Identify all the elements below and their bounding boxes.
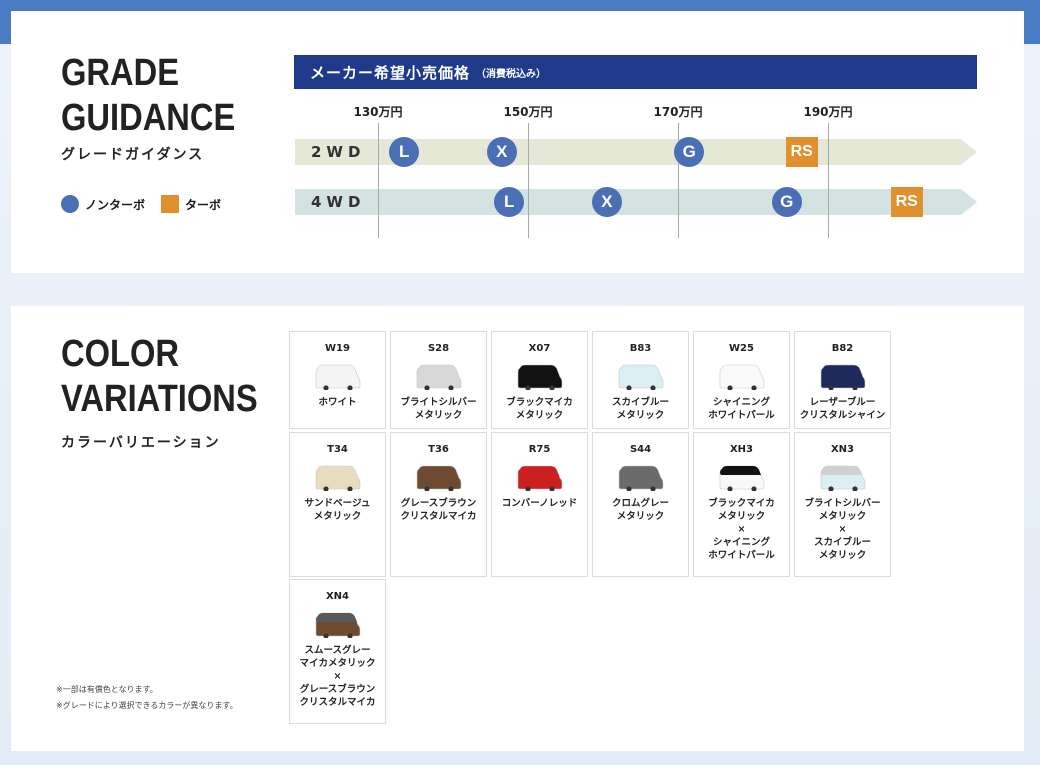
price-header-note: （消費税込み）	[476, 68, 547, 80]
color-name: スムースグレー マイカメタリック × グレースブラウン クリスタルマイカ	[299, 645, 376, 708]
color-code: T34	[327, 444, 348, 455]
grade-mark-g: G	[674, 137, 705, 167]
color-card-xn3: XN3 ブライトシルバー メタリック × スカイブルー メタリック	[794, 432, 891, 577]
car-icon	[618, 465, 663, 491]
color-card-xn4: XN4 スムースグレー マイカメタリック × グレースブラウン クリスタルマイカ	[289, 579, 386, 724]
price-header-label: メーカー希望小売価格	[310, 63, 471, 82]
color-code: R75	[528, 444, 551, 455]
car-icon	[315, 612, 360, 638]
color-card-xh3: XH3 ブラックマイカ メタリック × シャイニング ホワイトパール	[693, 432, 790, 577]
price-gridline	[528, 123, 529, 238]
grade-legend: ノンターボ ターボ	[61, 195, 221, 213]
color-card-r75: R75 コンバーノレッド	[491, 432, 588, 577]
color-card-b83: B83 スカイブルー メタリック	[592, 331, 689, 429]
turbo-legend-label: ターボ	[185, 197, 222, 212]
grade-guidance-panel: GRADE GUIDANCE グレードガイダンス ノンターボ ターボ メーカー希…	[11, 11, 1024, 273]
car-icon	[719, 364, 764, 390]
grade-title: GRADE GUIDANCE	[61, 51, 235, 141]
grade-mark-g: G	[771, 187, 802, 217]
color-code: XN4	[325, 591, 350, 602]
color-code: B83	[629, 343, 652, 354]
color-code: W19	[325, 343, 350, 354]
grade-mark-l: L	[494, 187, 525, 217]
color-name: クロムグレー メタリック	[611, 498, 669, 522]
drive-row-label: 4WD	[311, 193, 366, 211]
price-tick-label: 130万円	[353, 105, 403, 119]
color-code: S44	[629, 444, 652, 455]
grade-mark-x: X	[486, 137, 517, 167]
car-icon	[315, 465, 360, 491]
color-name: グレースブラウン クリスタルマイカ	[400, 498, 477, 522]
color-name: シャイニング ホワイトパール	[708, 397, 775, 421]
color-name: コンバーノレッド	[501, 498, 578, 509]
car-icon	[315, 364, 360, 390]
price-tick-label: 190万円	[803, 105, 853, 119]
color-title: COLOR VARIATIONS	[61, 332, 258, 422]
color-name: サンドベージュ メタリック	[304, 498, 371, 522]
price-gridline	[378, 123, 379, 238]
color-name: ブラックマイカ メタリック × シャイニング ホワイトパール	[708, 498, 775, 561]
car-icon	[820, 465, 865, 491]
car-icon	[719, 465, 764, 491]
turbo-legend-icon	[161, 195, 180, 213]
color-code: S28	[427, 343, 450, 354]
price-tick-label: 170万円	[653, 105, 703, 119]
price-tick-label: 150万円	[503, 105, 553, 119]
grade-mark-l: L	[389, 137, 420, 167]
color-title-line1: COLOR	[61, 333, 180, 375]
color-name: ブライトシルバー メタリック × スカイブルー メタリック	[804, 498, 881, 561]
color-code: B82	[831, 343, 854, 354]
note-paid-color: ※一部は有償色となります。	[56, 685, 158, 694]
grade-subtitle: グレードガイダンス	[61, 147, 205, 163]
price-header: メーカー希望小売価格 （消費税込み）	[294, 55, 977, 89]
grade-title-line2: GUIDANCE	[61, 97, 236, 139]
car-icon	[820, 364, 865, 390]
grade-title-line1: GRADE	[61, 52, 180, 94]
color-card-w19: W19 ホワイト	[289, 331, 386, 429]
drive-row-label: 2WD	[311, 143, 366, 161]
car-icon	[618, 364, 663, 390]
color-card-b82: B82 レーザーブルー クリスタルシャイン	[794, 331, 891, 429]
color-code: XH3	[729, 444, 754, 455]
color-name: ブラックマイカ メタリック	[506, 397, 573, 421]
color-code: T36	[428, 444, 449, 455]
car-icon	[517, 465, 562, 491]
color-card-t36: T36 グレースブラウン クリスタルマイカ	[390, 432, 487, 577]
car-icon	[416, 465, 461, 491]
color-subtitle: カラーバリエーション	[61, 435, 221, 451]
color-name: レーザーブルー クリスタルシャイン	[799, 397, 886, 421]
drive-row-bar	[295, 189, 977, 215]
color-code: XN3	[830, 444, 855, 455]
grade-mark-rs: RS	[890, 187, 923, 217]
color-code: W25	[729, 343, 754, 354]
nonturbo-legend-icon	[61, 195, 79, 213]
price-gridline	[828, 123, 829, 238]
color-title-line2: VARIATIONS	[61, 378, 258, 420]
note-grade-color: ※グレードにより選択できるカラーが異なります。	[56, 701, 238, 710]
color-code: X07	[528, 343, 551, 354]
color-card-w25: W25 シャイニング ホワイトパール	[693, 331, 790, 429]
color-name: ホワイト	[318, 397, 357, 408]
color-card-s44: S44 クロムグレー メタリック	[592, 432, 689, 577]
grade-mark-rs: RS	[785, 137, 818, 167]
color-name: スカイブルー メタリック	[611, 397, 669, 421]
car-icon	[517, 364, 562, 390]
color-variations-panel: COLOR VARIATIONS カラーバリエーション W19 ホワイト S28 ブラ…	[11, 306, 1024, 751]
color-card-s28: S28 ブライトシルバー メタリック	[390, 331, 487, 429]
grade-mark-x: X	[591, 187, 622, 217]
color-notes: ※一部は有償色となります。 ※グレードにより選択できるカラーが異なります。	[56, 682, 238, 714]
color-card-t34: T34 サンドベージュ メタリック	[289, 432, 386, 577]
nonturbo-legend-label: ノンターボ	[85, 197, 146, 212]
color-name: ブライトシルバー メタリック	[400, 397, 477, 421]
color-card-x07: X07 ブラックマイカ メタリック	[491, 331, 588, 429]
car-icon	[416, 364, 461, 390]
